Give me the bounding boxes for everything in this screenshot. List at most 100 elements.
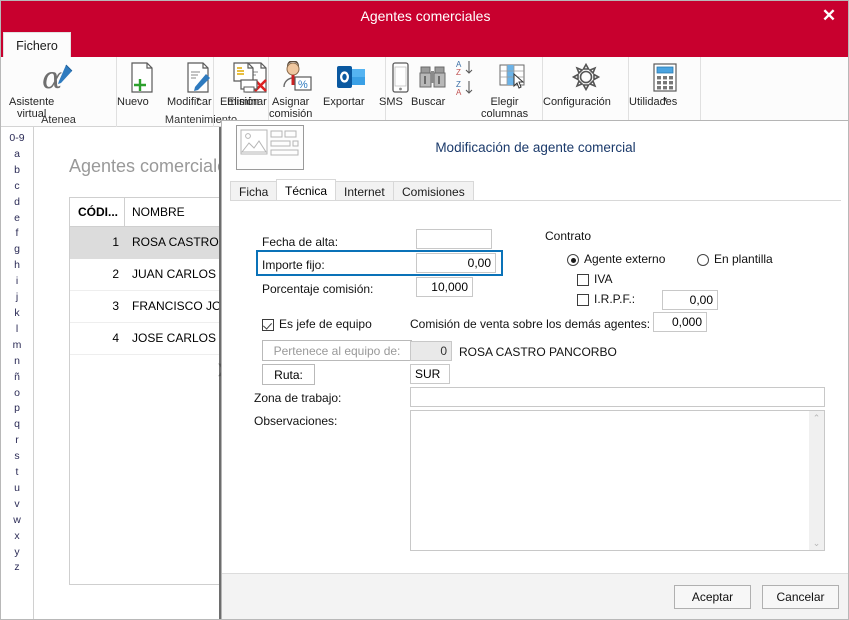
ribbon-group-configuracion: Configuración [543, 57, 629, 127]
alphabet-item-q[interactable]: q [1, 417, 33, 433]
ribbon-label-buscar: Buscar [411, 96, 446, 108]
alphabet-item-p[interactable]: p [1, 401, 33, 417]
pertenece-equipo-button[interactable]: Pertenece al equipo de: [262, 340, 412, 361]
alphabet-item-x[interactable]: x [1, 529, 33, 545]
alpha-pen-icon: α [9, 61, 109, 96]
alphabet-item-0-9[interactable]: 0-9 [1, 131, 33, 147]
porcentaje-comision-input[interactable]: 10,000 [416, 277, 473, 297]
ribbon-label-elegir-columnas: Elegir columnas [481, 96, 529, 120]
table-row[interactable]: 2 JUAN CARLOS RO [70, 259, 220, 291]
ribbon-label-utilidades: Utilidades [629, 96, 678, 108]
dialog-tab-ficha[interactable]: Ficha [230, 181, 278, 201]
table-row[interactable]: 1 ROSA CASTRO PANCORBO [70, 227, 220, 259]
alphabet-item-e[interactable]: e [1, 211, 33, 227]
irpf-input[interactable]: 0,00 [662, 290, 718, 310]
svg-text:Z: Z [456, 68, 461, 77]
ribbon-button-nuevo[interactable]: Nuevo [117, 61, 167, 108]
ribbon-group-label-atenea: Atenea [41, 114, 76, 126]
alphabet-item-w[interactable]: w [1, 513, 33, 529]
ribbon-button-asistente-virtual[interactable]: α Asistente virtual [9, 61, 109, 120]
ribbon-button-asignar-comision[interactable]: % Asignar comisión [269, 60, 323, 120]
label-zona-trabajo: Zona de trabajo: [254, 391, 342, 405]
ruta-button[interactable]: Ruta: [262, 364, 315, 385]
observaciones-textarea[interactable]: ⌃ ⌄ [410, 410, 825, 551]
label-observaciones: Observaciones: [254, 414, 338, 428]
ribbon-label-nuevo: Nuevo [117, 96, 149, 108]
column-header-nombre[interactable]: NOMBRE [126, 198, 185, 226]
column-header-codigo[interactable]: CÓDI... [70, 198, 125, 226]
outlook-export-icon [323, 61, 379, 94]
close-icon[interactable]: ✕ [816, 4, 842, 28]
alphabet-item-h[interactable]: h [1, 258, 33, 274]
zona-trabajo-input[interactable] [410, 387, 825, 407]
choose-columns-icon [481, 61, 543, 94]
alphabet-item-o[interactable]: o [1, 386, 33, 402]
cell-codigo: 3 [112, 299, 119, 313]
alphabet-item-f[interactable]: f [1, 226, 33, 242]
ribbon-button-configuracion[interactable]: Configuración [543, 61, 629, 108]
alphabet-item-y[interactable]: y [1, 545, 33, 561]
scroll-down-icon[interactable]: ⌄ [809, 536, 824, 550]
edit-agent-dialog: Modificación de agente comercial Ficha Té… [221, 120, 848, 619]
ruta-input[interactable]: SUR [410, 364, 450, 384]
alphabet-item-r[interactable]: r [1, 433, 33, 449]
checkbox-box [262, 319, 274, 331]
alphabet-item-s[interactable]: s [1, 449, 33, 465]
alphabet-item-z[interactable]: z [1, 560, 33, 576]
contrato-group-label: Contrato [545, 229, 592, 243]
alphabet-item-l[interactable]: l [1, 322, 33, 338]
alphabet-item-k[interactable]: k [1, 306, 33, 322]
dialog-header: Modificación de agente comercial [222, 121, 848, 174]
ribbon-button-utilidades[interactable]: Utilidades ▾ [629, 61, 701, 108]
ribbon-group-atenea: α Asistente virtual Atenea [1, 57, 117, 127]
ribbon-button-buscar[interactable]: Buscar [411, 61, 459, 108]
alphabet-item-d[interactable]: d [1, 195, 33, 211]
ribbon-button-elegir-columnas[interactable]: Elegir columnas [481, 61, 543, 120]
cell-codigo: 1 [112, 235, 119, 249]
alphabet-index-bar[interactable]: 0-9 a b c d e f g h i j k l m n ñ o p q r s t u v w x y z [1, 127, 34, 619]
cancel-button[interactable]: Cancelar [762, 585, 839, 609]
ribbon-group-busqueda: Buscar A Z Z A Elegir columnas [411, 57, 543, 127]
dialog-tab-internet[interactable]: Internet [335, 181, 394, 201]
calculator-icon [629, 61, 701, 94]
table-row[interactable]: 4 JOSE CARLOS RU [70, 323, 220, 355]
window-title: Agentes comerciales [360, 8, 491, 24]
alphabet-item-b[interactable]: b [1, 163, 33, 179]
radio-agente-externo-label: Agente externo [584, 252, 666, 266]
table-row[interactable]: 3 FRANCISCO JOSE [70, 291, 220, 323]
cell-nombre: ROSA CASTRO PANCORBO [132, 235, 220, 249]
fecha-alta-input[interactable] [416, 229, 492, 249]
gear-icon [543, 61, 629, 94]
sort-za-icon[interactable]: Z A [455, 79, 479, 102]
tab-fichero[interactable]: Fichero [3, 32, 71, 57]
comision-demas-agentes-input[interactable]: 0,000 [653, 312, 707, 332]
alphabet-item-c[interactable]: c [1, 179, 33, 195]
ribbon-tab-row: Fichero [1, 32, 848, 57]
alphabet-item-a[interactable]: a [1, 147, 33, 163]
equipo-code-input[interactable]: 0 [410, 341, 452, 361]
dialog-tab-comisiones[interactable]: Comisiones [393, 181, 474, 201]
ribbon-button-emision[interactable]: Emisión [220, 61, 269, 108]
assign-commission-icon: % [269, 60, 323, 94]
irpf-label: I.R.P.F.: [594, 292, 636, 306]
alphabet-item-n[interactable]: n [1, 354, 33, 370]
cell-codigo: 2 [112, 267, 119, 281]
accept-button[interactable]: Aceptar [674, 585, 751, 609]
alphabet-item-m[interactable]: m [1, 338, 33, 354]
alphabet-item-j[interactable]: j [1, 290, 33, 306]
observaciones-scrollbar[interactable]: ⌃ ⌄ [809, 411, 824, 550]
alphabet-item-v[interactable]: v [1, 497, 33, 513]
ribbon-button-exportar[interactable]: Exportar [323, 61, 379, 108]
alphabet-item-ñ[interactable]: ñ [1, 370, 33, 386]
alphabet-item-u[interactable]: u [1, 481, 33, 497]
scroll-up-icon[interactable]: ⌃ [809, 411, 824, 425]
alphabet-item-t[interactable]: t [1, 465, 33, 481]
dialog-title: Modificación de agente comercial [435, 140, 636, 155]
checkbox-box [577, 274, 589, 286]
radio-circle [567, 254, 579, 266]
dialog-tab-técnica[interactable]: Técnica [276, 179, 337, 201]
ribbon-group-mantenimiento: Nuevo Modificar ▾ Eliminar Mantenimiento [117, 57, 267, 127]
alphabet-item-i[interactable]: i [1, 274, 33, 290]
importe-fijo-input[interactable]: 0,00 [416, 253, 496, 273]
alphabet-item-g[interactable]: g [1, 242, 33, 258]
